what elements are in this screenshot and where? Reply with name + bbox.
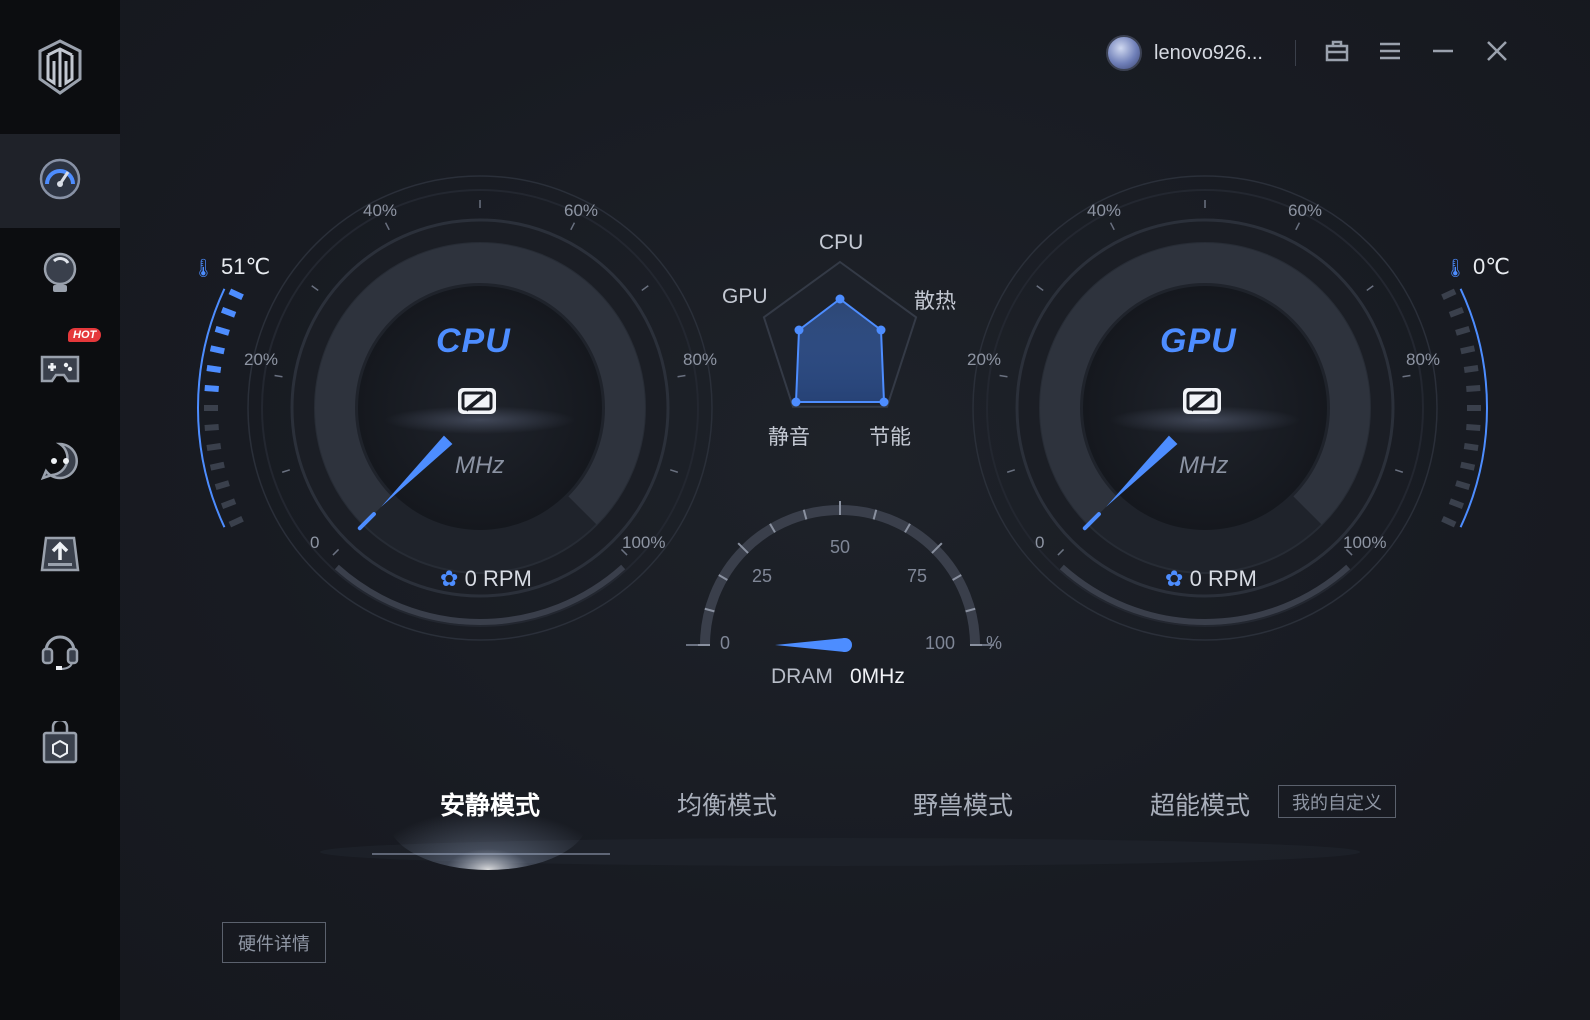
gpu-frequency-unit: MHz <box>1179 452 1229 479</box>
cpu-fan-value: 0 <box>464 566 477 591</box>
cpu-scale-40: 40% <box>363 201 398 220</box>
username[interactable]: lenovo926... <box>1154 42 1263 65</box>
cpu-title: CPU <box>436 322 511 360</box>
dram-frequency-value: 0MHz <box>850 665 905 688</box>
gpu-title: GPU <box>1160 322 1237 360</box>
radar-label-gpu: GPU <box>722 285 768 308</box>
fan-icon: ✿ <box>440 566 459 591</box>
thermometer-icon: 🌡 <box>1444 258 1467 278</box>
dram-scale-25: 25 <box>752 566 773 586</box>
cpu-scale-0: 0 <box>310 533 320 552</box>
toolbox-icon <box>1325 40 1349 67</box>
gpu-temperature-value: 0℃ <box>1472 254 1510 279</box>
sidebar-item-games[interactable]: HOT <box>0 322 120 416</box>
radar-label-energy: 节能 <box>869 426 911 449</box>
sidebar-item-store[interactable] <box>0 698 120 792</box>
cpu-scale-20: 20% <box>244 350 279 369</box>
toolbox-button[interactable] <box>1320 36 1354 70</box>
sidebar-item-dashboard[interactable] <box>0 134 120 228</box>
close-button[interactable] <box>1480 36 1514 70</box>
gamepad-icon <box>38 347 82 392</box>
sidebar-item-audio[interactable] <box>0 604 120 698</box>
dram-scale-50: 50 <box>830 537 851 557</box>
cpu-frequency-value <box>458 388 496 414</box>
mode-balanced[interactable]: 均衡模式 <box>677 786 777 822</box>
headset-icon <box>40 627 80 676</box>
cpu-scale-80: 80% <box>683 350 718 369</box>
upload-tray-icon <box>40 536 80 579</box>
close-icon <box>1485 39 1509 68</box>
mode-extreme[interactable]: 超能模式 <box>1150 786 1250 822</box>
dram-label: DRAM <box>771 665 833 688</box>
gpu-fan-unit: RPM <box>1207 566 1257 591</box>
hardware-details-button[interactable]: 硬件详情 <box>222 922 326 963</box>
hot-badge: HOT <box>68 328 102 342</box>
gpu-scale-60: 60% <box>1288 201 1323 220</box>
gpu-fan-value: 0 <box>1189 566 1202 591</box>
sidebar-item-lighting[interactable] <box>0 228 120 322</box>
topbar-divider <box>1295 40 1296 66</box>
gpu-scale-0: 0 <box>1035 533 1045 552</box>
gpu-scale-20: 20% <box>967 350 1002 369</box>
radar-label-cpu: CPU <box>819 231 864 254</box>
dram-scale-75: 75 <box>907 566 928 586</box>
speedometer-icon <box>39 158 81 205</box>
gpu-scale-100: 100% <box>1343 533 1387 552</box>
cpu-temperature-value: 51℃ <box>220 254 271 279</box>
minimize-icon <box>1431 41 1455 66</box>
gpu-temperature: 🌡 0℃ <box>1444 254 1510 280</box>
cpu-scale-100: 100% <box>622 533 666 552</box>
hamburger-icon <box>1378 41 1402 66</box>
main-panel <box>120 0 1590 1020</box>
cpu-temperature: 🌡 51℃ <box>192 254 270 280</box>
custom-mode-button[interactable]: 我的自定义 <box>1278 785 1396 818</box>
sidebar-item-update[interactable] <box>0 510 120 604</box>
cpu-fan-unit: RPM <box>482 566 532 591</box>
radar-label-cooling: 散热 <box>914 290 956 313</box>
gpu-fan-speed: ✿ 0 RPM <box>1165 566 1257 592</box>
sidebar: HOT <box>0 0 120 1020</box>
dram-scale-100: 100 <box>925 633 956 653</box>
lightbulb-icon <box>40 251 80 300</box>
thermometer-icon: 🌡 <box>192 258 215 278</box>
avatar[interactable] <box>1106 35 1142 71</box>
gpu-frequency-value <box>1183 388 1221 414</box>
sidebar-item-assistant[interactable] <box>0 416 120 510</box>
shopping-bag-icon <box>40 718 80 770</box>
dram-scale-unit: % <box>986 633 1003 653</box>
dram-scale-0: 0 <box>720 633 731 653</box>
radar-label-silent: 静音 <box>768 426 810 449</box>
cpu-scale-60: 60% <box>564 201 599 220</box>
mode-quiet[interactable]: 安静模式 <box>440 786 540 822</box>
app-logo <box>0 0 120 134</box>
menu-button[interactable] <box>1373 36 1407 70</box>
gpu-scale-80: 80% <box>1406 350 1441 369</box>
cpu-frequency-unit: MHz <box>455 452 505 479</box>
chat-bot-icon <box>40 441 80 486</box>
fan-icon: ✿ <box>1165 566 1184 591</box>
cpu-fan-speed: ✿ 0 RPM <box>440 566 532 592</box>
minimize-button[interactable] <box>1426 36 1460 70</box>
mode-beast[interactable]: 野兽模式 <box>913 786 1013 822</box>
gpu-scale-40: 40% <box>1087 201 1122 220</box>
